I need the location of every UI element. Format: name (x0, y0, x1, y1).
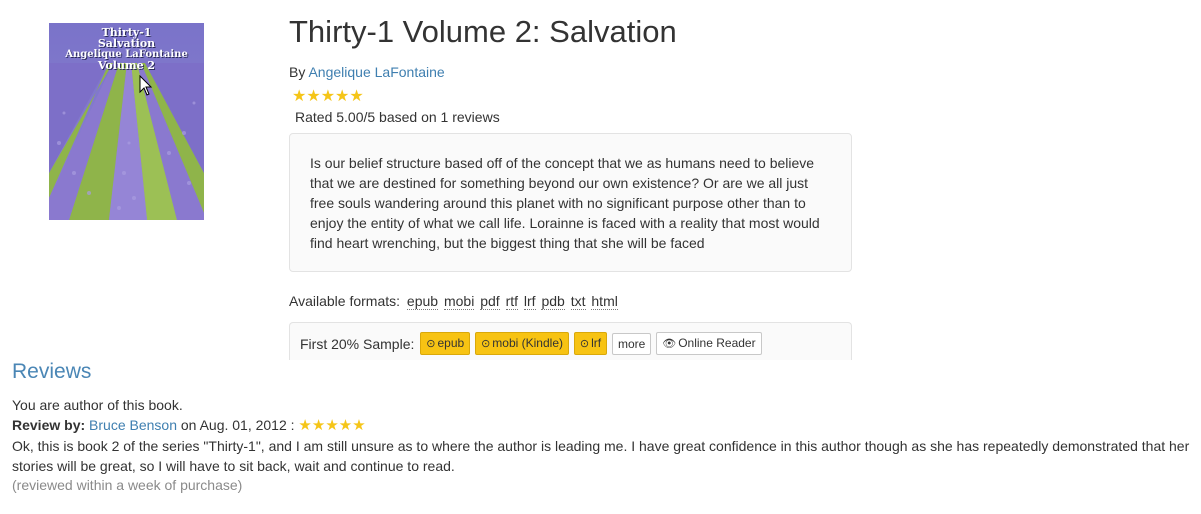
description-text: Is our belief structure based off of the… (310, 155, 820, 251)
format-pdb[interactable]: pdb (541, 293, 565, 310)
format-lrf[interactable]: lrf (523, 293, 536, 310)
available-formats: Available formats: epub mobi pdf rtf lrf… (289, 293, 618, 310)
reviewer-link[interactable]: Bruce Benson (89, 417, 177, 433)
cover-title-text: Thirty-1 Salvation Angelique LaFontaine … (49, 27, 204, 71)
cover-volume-line: Volume 2 (97, 59, 156, 72)
sample-more-button[interactable]: more (612, 332, 652, 355)
online-reader-button[interactable]: 👁 Online Reader (656, 332, 762, 355)
download-icon: ⊙ (579, 338, 590, 350)
sample-epub-label: epub (437, 336, 465, 350)
download-icon: ⊙ (426, 338, 436, 350)
sample-lrf-button[interactable]: ⊙ lrf (573, 332, 608, 355)
format-epub[interactable]: epub (406, 293, 439, 310)
sample-download-bar: First 20% Sample: ⊙ epub ⊙ mobi (Kindle) ⊙… (289, 322, 852, 360)
format-html[interactable]: html (591, 293, 618, 310)
author-note: You are author of this book. (12, 397, 183, 413)
format-mobi[interactable]: mobi (443, 293, 475, 310)
review-header: Review by: Bruce Benson on Aug. 01, 2012… (12, 416, 366, 434)
sample-label: First 20% Sample: (300, 335, 415, 352)
reviews-heading: Reviews (12, 360, 92, 383)
sample-mobi-label: mobi (Kindle) (492, 336, 563, 350)
sample-lrf-label: lrf (591, 336, 602, 350)
format-list: epub mobi pdf rtf lrf pdb txt html (404, 293, 618, 310)
review-by-label: Review by: (12, 417, 86, 433)
online-reader-label: Online Reader (678, 336, 756, 350)
byline: By Angelique LaFontaine (289, 64, 445, 80)
format-txt[interactable]: txt (570, 293, 586, 310)
rating-stars-icon: ★★★★★ (292, 88, 364, 105)
book-cover[interactable]: Thirty-1 Salvation Angelique LaFontaine … (49, 23, 204, 220)
author-link[interactable]: Angelique LaFontaine (308, 64, 444, 80)
format-rtf[interactable]: rtf (505, 293, 519, 310)
mouse-cursor-icon (139, 75, 153, 96)
cover-title-line-2: Salvation (97, 37, 156, 50)
formats-label: Available formats: (289, 293, 401, 309)
sample-epub-button[interactable]: ⊙ epub (420, 332, 471, 355)
eye-icon: 👁 (662, 338, 677, 350)
rating-summary: Rated 5.00/5 based on 1 reviews (295, 109, 500, 125)
sample-mobi-button[interactable]: ⊙ mobi (Kindle) (475, 332, 569, 355)
review-date: on Aug. 01, 2012 : (180, 417, 295, 433)
format-pdf[interactable]: pdf (480, 293, 500, 310)
book-description: Is our belief structure based off of the… (289, 133, 852, 272)
by-label: By (289, 64, 306, 80)
review-purchase-note: (reviewed within a week of purchase) (12, 477, 243, 493)
review-stars-icon: ★★★★★ (298, 417, 366, 434)
download-icon: ⊙ (481, 338, 491, 350)
book-title: Thirty-1 Volume 2: Salvation (289, 14, 677, 49)
review-text: Ok, this is book 2 of the series "Thirty… (12, 438, 1190, 474)
